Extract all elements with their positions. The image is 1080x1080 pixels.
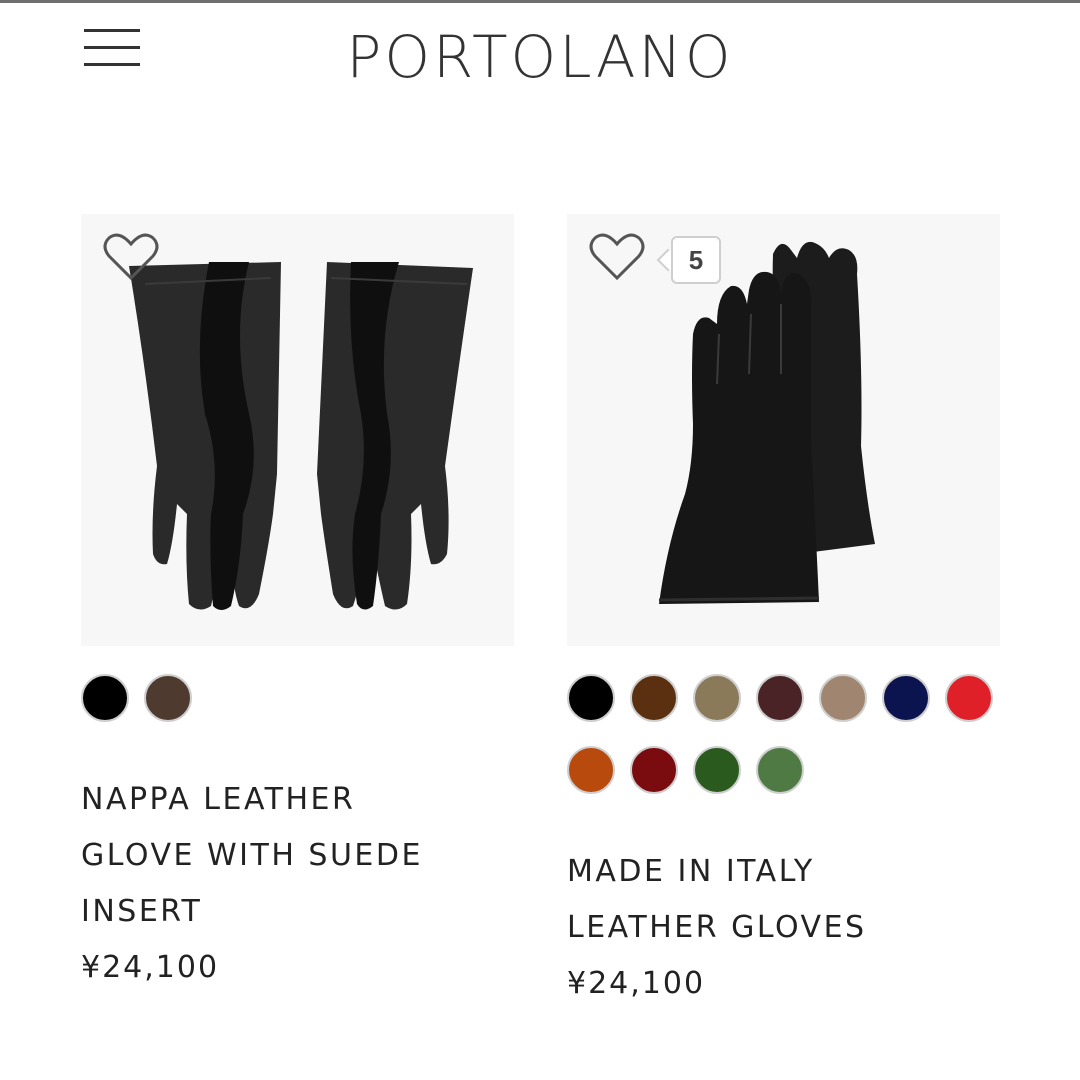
color-swatch-black[interactable] (81, 674, 129, 722)
color-swatches (567, 674, 1000, 814)
product-info: MADE IN ITALY LEATHER GLOVES ¥24,100 (567, 844, 1007, 1012)
product-title-line[interactable]: NAPPA LEATHER (81, 772, 521, 828)
color-swatch[interactable] (630, 746, 678, 794)
site-header: PORTOLANO (0, 3, 1080, 113)
product-title-line[interactable]: INSERT (81, 884, 521, 940)
brand-logo[interactable]: PORTOLANO (0, 23, 1080, 91)
product-title-line[interactable]: MADE IN ITALY (567, 844, 1007, 900)
product-image[interactable] (81, 214, 514, 646)
color-swatch[interactable] (567, 746, 615, 794)
heart-outline-icon[interactable] (103, 232, 159, 282)
color-swatch[interactable] (756, 674, 804, 722)
product-price: ¥24,100 (567, 966, 706, 1001)
color-swatch[interactable] (693, 746, 741, 794)
product-image[interactable]: 5 (567, 214, 1000, 646)
product-price: ¥24,100 (81, 950, 220, 985)
product-card[interactable]: NAPPA LEATHER GLOVE WITH SUEDE INSERT ¥2… (81, 214, 514, 985)
color-swatch[interactable] (945, 674, 993, 722)
color-swatch[interactable] (567, 674, 615, 722)
color-swatch[interactable] (756, 746, 804, 794)
color-swatch[interactable] (882, 674, 930, 722)
color-swatch[interactable] (693, 674, 741, 722)
product-info: NAPPA LEATHER GLOVE WITH SUEDE INSERT ¥2… (81, 772, 521, 996)
favorite-count-badge: 5 (671, 236, 721, 284)
product-title-line[interactable]: GLOVE WITH SUEDE (81, 828, 521, 884)
product-card[interactable]: 5 MADE IN ITALY LEATHER GLOVES ¥24,100 (567, 214, 1000, 1001)
color-swatch-brown[interactable] (144, 674, 192, 722)
color-swatch[interactable] (819, 674, 867, 722)
color-swatch[interactable] (630, 674, 678, 722)
product-title-line[interactable]: LEATHER GLOVES (567, 900, 1007, 956)
heart-outline-icon[interactable] (589, 232, 645, 282)
